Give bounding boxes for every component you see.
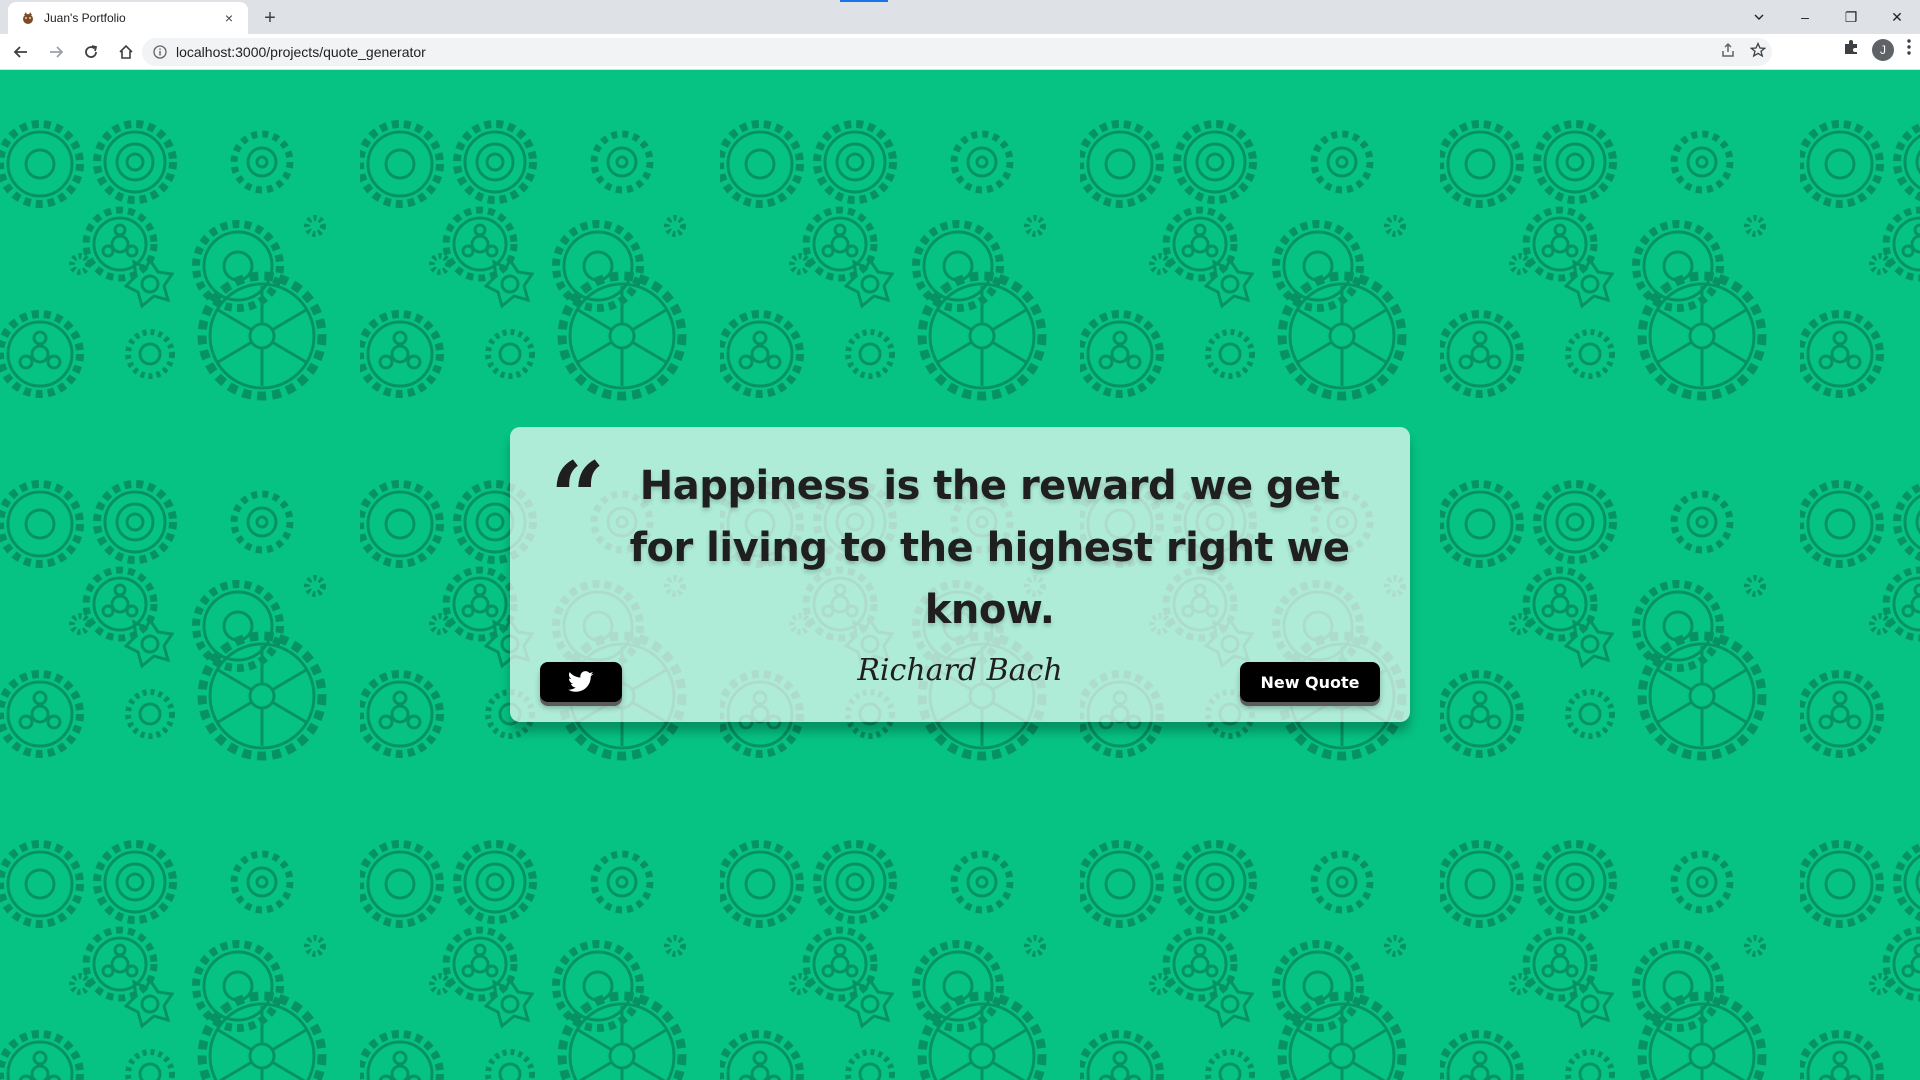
tab-loading-indicator — [840, 0, 888, 2]
address-bar[interactable]: localhost:3000/projects/quote_generator — [142, 38, 1772, 66]
share-icon[interactable] — [1720, 42, 1736, 63]
bookmark-star-icon[interactable] — [1749, 41, 1767, 63]
browser-toolbar: localhost:3000/projects/quote_generator … — [0, 34, 1920, 70]
tab-title: Juan's Portfolio — [44, 11, 126, 25]
tweet-button[interactable] — [540, 662, 622, 702]
close-window-button[interactable]: ✕ — [1874, 0, 1920, 34]
twitter-icon — [568, 671, 594, 692]
tab-search-icon[interactable] — [1736, 0, 1782, 34]
minimize-button[interactable]: – — [1782, 0, 1828, 34]
browser-menu-icon[interactable] — [1906, 38, 1912, 61]
new-tab-button[interactable]: + — [258, 6, 282, 30]
quote-text: Happiness is the reward we get for livin… — [629, 463, 1350, 633]
quote-mark-icon: “ — [550, 441, 606, 554]
url-text: localhost:3000/projects/quote_generator — [176, 44, 426, 60]
profile-avatar[interactable]: J — [1872, 38, 1894, 61]
extensions-puzzle-icon[interactable] — [1842, 38, 1860, 61]
reload-icon[interactable] — [77, 38, 105, 66]
browser-tabstrip: Juan's Portfolio × + – ❐ ✕ — [0, 0, 1920, 34]
forward-arrow-icon[interactable] — [42, 38, 70, 66]
site-favicon-icon — [20, 10, 36, 26]
new-quote-button[interactable]: New Quote — [1240, 662, 1380, 702]
page-viewport: “ Happiness is the reward we get for liv… — [0, 70, 1920, 1080]
window-controls: – ❐ ✕ — [1736, 0, 1920, 34]
site-info-icon[interactable] — [152, 44, 168, 60]
back-arrow-icon[interactable] — [7, 38, 35, 66]
tab-close-icon[interactable]: × — [220, 9, 238, 27]
restore-button[interactable]: ❐ — [1828, 0, 1874, 34]
quote-row: “ Happiness is the reward we get for liv… — [550, 441, 1370, 641]
quote-card: “ Happiness is the reward we get for liv… — [510, 427, 1410, 722]
browser-tab[interactable]: Juan's Portfolio × — [8, 2, 248, 34]
home-icon[interactable] — [112, 38, 140, 66]
